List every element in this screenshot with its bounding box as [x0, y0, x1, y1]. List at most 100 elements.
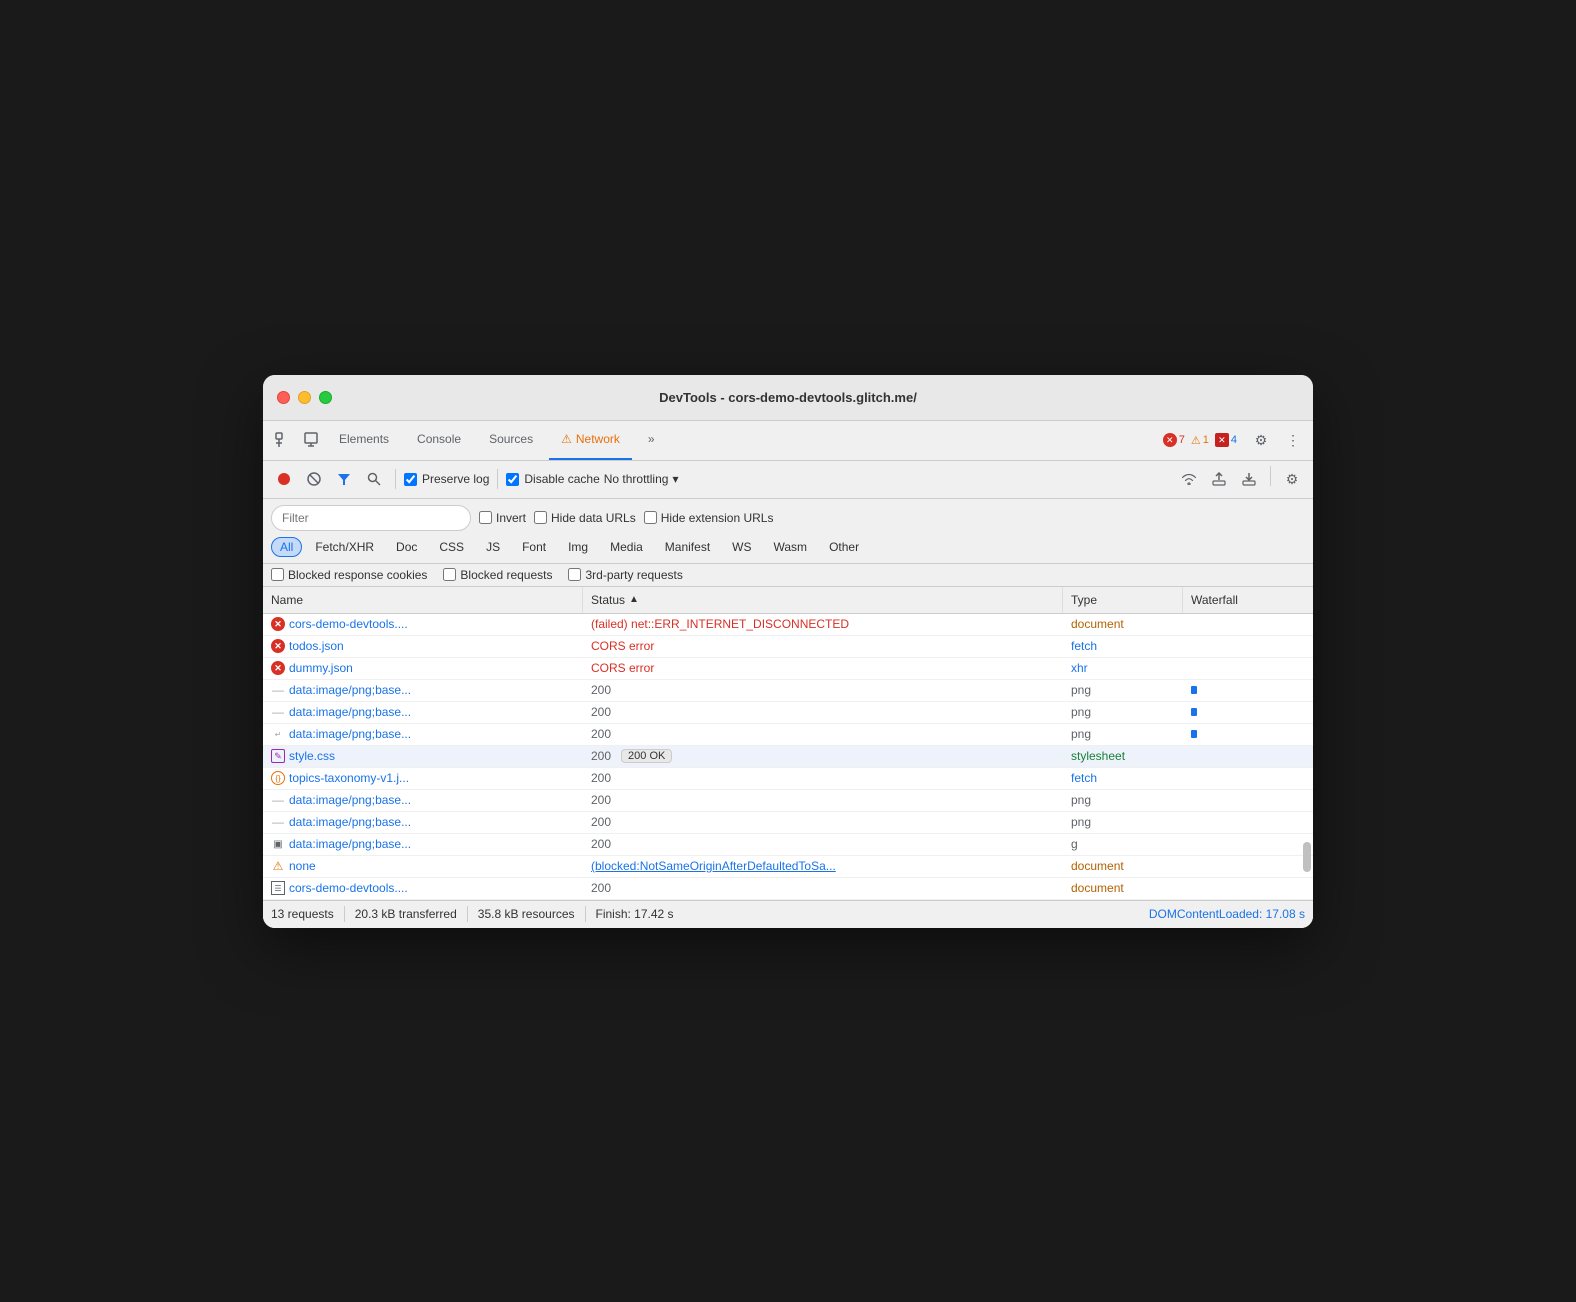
- preserve-log-checkbox[interactable]: Preserve log: [404, 472, 489, 486]
- filter-media[interactable]: Media: [601, 537, 652, 557]
- row-name[interactable]: dummy.json: [289, 661, 353, 675]
- th-name[interactable]: Name: [263, 587, 583, 613]
- download-icon[interactable]: [1236, 466, 1262, 492]
- resources-size: 35.8 kB resources: [478, 907, 575, 921]
- clear-button[interactable]: [301, 466, 327, 492]
- th-status[interactable]: Status ▲: [583, 587, 1063, 613]
- tab-more[interactable]: »: [636, 420, 667, 460]
- row-name[interactable]: data:image/png;base...: [289, 683, 411, 697]
- filter-wasm[interactable]: Wasm: [765, 537, 817, 557]
- row-name-cell: — data:image/png;base...: [263, 702, 583, 722]
- close-button[interactable]: [277, 391, 290, 404]
- inspect-icon[interactable]: [271, 428, 295, 452]
- checkbox-row: Blocked response cookies Blocked request…: [263, 564, 1313, 587]
- minimize-button[interactable]: [298, 391, 311, 404]
- more-options-icon[interactable]: ⋮: [1281, 428, 1305, 452]
- table-row[interactable]: ✎ style.css 200 200 OK stylesheet: [263, 746, 1313, 768]
- table-row[interactable]: ✕ cors-demo-devtools.... (failed) net::E…: [263, 614, 1313, 636]
- th-waterfall[interactable]: Waterfall: [1183, 587, 1313, 613]
- tab-bar: Elements Console Sources ⚠ Network » ✕ 7…: [263, 421, 1313, 461]
- filter-js[interactable]: JS: [477, 537, 509, 557]
- maximize-button[interactable]: [319, 391, 332, 404]
- table-row[interactable]: — data:image/png;base... 200 png: [263, 790, 1313, 812]
- row-type-cell: document: [1063, 614, 1183, 634]
- row-status-cell: 200 200 OK: [583, 746, 1063, 766]
- record-stop-button[interactable]: [271, 466, 297, 492]
- row-name[interactable]: cors-demo-devtools....: [289, 881, 408, 895]
- table-row[interactable]: ☰ cors-demo-devtools.... 200 document: [263, 878, 1313, 900]
- dash-icon: —: [271, 815, 285, 829]
- hide-data-urls-checkbox[interactable]: Hide data URLs: [534, 511, 636, 525]
- tab-elements[interactable]: Elements: [327, 420, 401, 460]
- row-name[interactable]: none: [289, 859, 316, 873]
- network-settings-icon[interactable]: ⚙: [1279, 466, 1305, 492]
- row-name[interactable]: data:image/png;base...: [289, 705, 411, 719]
- row-name[interactable]: data:image/png;base...: [289, 793, 411, 807]
- device-icon[interactable]: [299, 428, 323, 452]
- third-party-checkbox[interactable]: 3rd-party requests: [568, 568, 682, 582]
- row-type-cell: png: [1063, 724, 1183, 744]
- disable-cache-checkbox[interactable]: Disable cache: [506, 472, 599, 486]
- row-status-cell: 200: [583, 768, 1063, 788]
- traffic-lights: [277, 391, 332, 404]
- dash-icon: —: [271, 683, 285, 697]
- row-type-cell: xhr: [1063, 658, 1183, 678]
- row-name[interactable]: data:image/png;base...: [289, 727, 411, 741]
- table-row[interactable]: — data:image/png;base... 200 png: [263, 680, 1313, 702]
- filter-input[interactable]: [271, 505, 471, 531]
- tab-sources[interactable]: Sources: [477, 420, 545, 460]
- tab-badges: ✕ 7 ⚠ 1 ✕ 4: [1163, 433, 1237, 447]
- throttle-select[interactable]: No throttling ▾: [604, 472, 679, 486]
- filter-row1: Invert Hide data URLs Hide extension URL…: [271, 505, 1305, 531]
- search-icon[interactable]: [361, 466, 387, 492]
- settings-icon[interactable]: ⚙: [1249, 428, 1273, 452]
- scrollbar-thumb[interactable]: [1303, 842, 1311, 872]
- table-row[interactable]: ⚠ none (blocked:NotSameOriginAfterDefaul…: [263, 856, 1313, 878]
- tab-settings-icons: ⚙ ⋮: [1249, 428, 1305, 452]
- filter-other[interactable]: Other: [820, 537, 868, 557]
- filter-all[interactable]: All: [271, 537, 302, 557]
- blocked-requests-checkbox[interactable]: Blocked requests: [443, 568, 552, 582]
- upload-icon[interactable]: [1206, 466, 1232, 492]
- hide-ext-urls-checkbox[interactable]: Hide extension URLs: [644, 511, 774, 525]
- dash-icon: ↵: [271, 727, 285, 741]
- th-type[interactable]: Type: [1063, 587, 1183, 613]
- row-name[interactable]: todos.json: [289, 639, 344, 653]
- filter-ws[interactable]: WS: [723, 537, 760, 557]
- row-waterfall-cell: [1183, 819, 1313, 825]
- filter-doc[interactable]: Doc: [387, 537, 426, 557]
- row-name-cell: ▣ data:image/png;base...: [263, 834, 583, 854]
- table-body: ✕ cors-demo-devtools.... (failed) net::E…: [263, 614, 1313, 900]
- invert-checkbox[interactable]: Invert: [479, 511, 526, 525]
- error-count: 7: [1179, 434, 1185, 446]
- row-name[interactable]: style.css: [289, 749, 335, 763]
- table-row[interactable]: {} topics-taxonomy-v1.j... 200 fetch: [263, 768, 1313, 790]
- info-badge: ✕ 4: [1215, 433, 1237, 447]
- filter-img[interactable]: Img: [559, 537, 597, 557]
- table-row[interactable]: ▣ data:image/png;base... 200 g: [263, 834, 1313, 856]
- table-row[interactable]: — data:image/png;base... 200 png: [263, 812, 1313, 834]
- status-link[interactable]: (blocked:NotSameOriginAfterDefaultedToSa…: [591, 859, 836, 873]
- row-name[interactable]: data:image/png;base...: [289, 837, 411, 851]
- filter-icon[interactable]: [331, 466, 357, 492]
- row-waterfall-cell: [1183, 643, 1313, 649]
- row-name[interactable]: data:image/png;base...: [289, 815, 411, 829]
- row-waterfall-cell: [1183, 665, 1313, 671]
- tab-network[interactable]: ⚠ Network: [549, 420, 632, 460]
- table-row[interactable]: — data:image/png;base... 200 png: [263, 702, 1313, 724]
- filter-fetch-xhr[interactable]: Fetch/XHR: [306, 537, 383, 557]
- row-name[interactable]: cors-demo-devtools....: [289, 617, 408, 631]
- wifi-icon[interactable]: [1176, 466, 1202, 492]
- row-waterfall-cell: [1183, 775, 1313, 781]
- row-name[interactable]: topics-taxonomy-v1.j...: [289, 771, 409, 785]
- table-row[interactable]: ↵ data:image/png;base... 200 png: [263, 724, 1313, 746]
- table-row[interactable]: ✕ todos.json CORS error fetch: [263, 636, 1313, 658]
- filter-manifest[interactable]: Manifest: [656, 537, 719, 557]
- filter-font[interactable]: Font: [513, 537, 555, 557]
- blocked-cookies-checkbox[interactable]: Blocked response cookies: [271, 568, 427, 582]
- warning-badge: ⚠ 1: [1191, 434, 1209, 447]
- filter-css[interactable]: CSS: [430, 537, 473, 557]
- tab-console[interactable]: Console: [405, 420, 473, 460]
- status-divider-1: [344, 906, 345, 922]
- table-row[interactable]: ✕ dummy.json CORS error xhr: [263, 658, 1313, 680]
